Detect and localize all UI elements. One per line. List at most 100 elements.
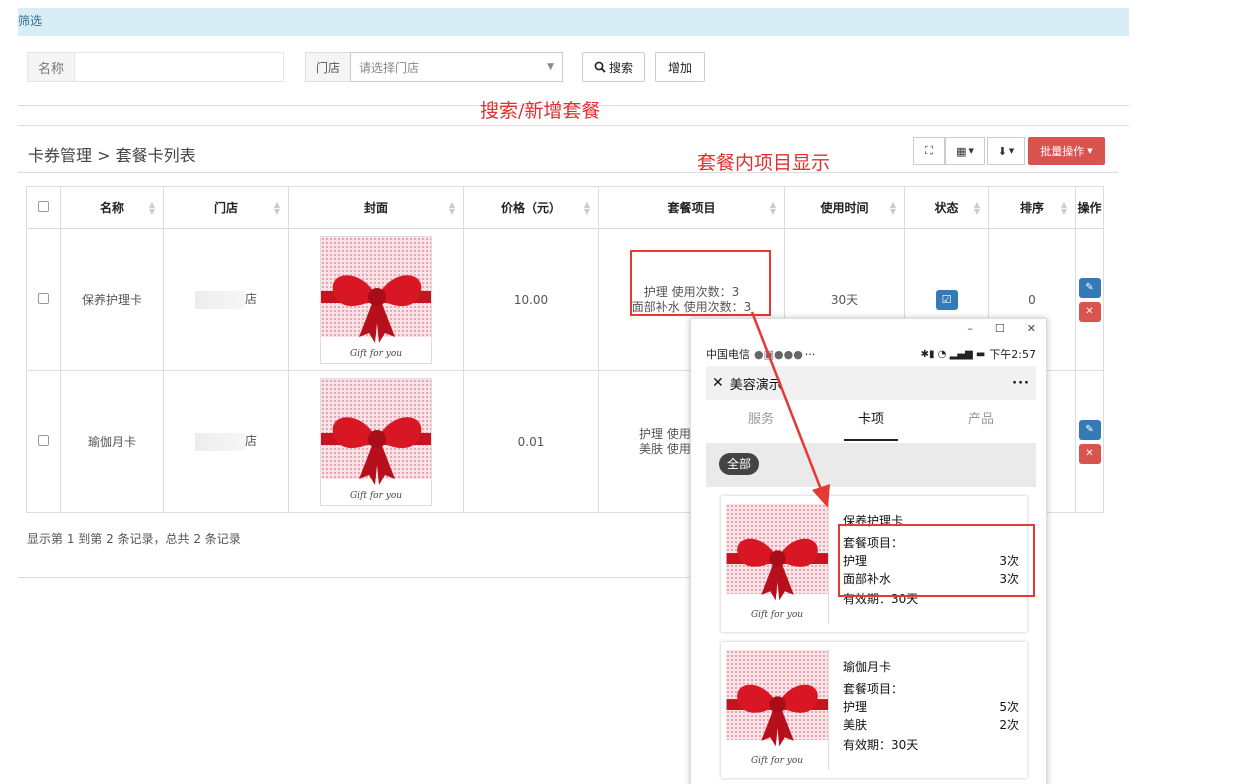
fullscreen-icon: ⛶ [925, 144, 933, 157]
batch-operations-button[interactable]: 批量操作 ▼ [1028, 137, 1105, 165]
red-bow-icon [321, 416, 431, 485]
filter-title: 筛选 [18, 14, 43, 28]
delete-button[interactable]: ✕ [1078, 443, 1101, 464]
mini-app-titlebar: ✕ 美容演示 ··· [706, 366, 1036, 400]
edit-button[interactable]: ✎ [1078, 277, 1101, 298]
search-button-label: 搜索 [608, 60, 633, 75]
tab-products[interactable]: 产品 [926, 401, 1036, 443]
sort-icon: ▲ ▼ [889, 200, 896, 216]
minimize-icon[interactable]: – [967, 322, 973, 335]
card-item-row: 护理 5次 [843, 700, 1019, 714]
chevron-down-icon: ▼ [547, 62, 554, 72]
column-header-sort[interactable]: 排序 ▲ ▼ [988, 186, 1076, 229]
store-label: 门店 [305, 52, 351, 82]
cell-price: 10.00 [463, 228, 599, 371]
cell-name: 保养护理卡 [60, 228, 164, 371]
tab-services[interactable]: 服务 [706, 401, 816, 443]
red-bow-icon [726, 538, 828, 601]
column-header-store[interactable]: 门店 ▲ ▼ [163, 186, 289, 229]
card-item-row: 美肤 2次 [843, 718, 1019, 732]
checked-box-icon: ☑ [941, 293, 952, 306]
carrier-name: 中国电信 [706, 348, 750, 361]
search-button[interactable]: 搜索 [582, 52, 645, 82]
mini-app-title: 美容演示 [729, 377, 782, 393]
column-header-usage-time[interactable]: 使用时间 ▲ ▼ [784, 186, 905, 229]
red-bow-icon [726, 684, 828, 747]
grid-icon: ▦ [956, 144, 967, 158]
annotation-search-add: 搜索/新增套餐 [480, 100, 601, 122]
clock: 下午2:57 [989, 348, 1036, 361]
store-name-blurred [194, 432, 245, 451]
phone-status-bar: 中国电信 ●▣●●● ··· ✱▮ ◔ ▂▄▆ ▬ 下午2:57 [706, 344, 1036, 364]
column-header-items[interactable]: 套餐项目 ▲ ▼ [598, 186, 785, 229]
sort-icon: ▲ ▼ [273, 200, 280, 216]
store-select[interactable]: 请选择门店 ▼ [350, 52, 563, 82]
tab-cards[interactable]: 卡项 [816, 401, 926, 443]
gift-text: Gift for you [349, 490, 403, 501]
sort-icon: ▲ ▼ [769, 200, 776, 216]
card-item[interactable]: Gift for you 瑜伽月卡 套餐项目： 护理 5次 美肤 2次 有效期：30… [721, 642, 1027, 778]
close-icon: ✕ [1085, 448, 1094, 459]
breadcrumb: 卡券管理 > 套餐卡列表 [28, 146, 196, 165]
column-header-name[interactable]: 名称 ▲ ▼ [60, 186, 164, 229]
pagination-info: 显示第 1 到第 2 条记录，总共 2 条记录 [27, 532, 241, 546]
cell-price: 0.01 [463, 370, 599, 513]
name-label: 名称 [27, 52, 75, 82]
select-all-checkbox[interactable] [38, 200, 49, 212]
cell-store: 店 [163, 370, 289, 513]
add-button-label: 增加 [667, 60, 692, 75]
batch-operations-label: 批量操作 [1040, 145, 1085, 158]
close-icon: ✕ [1085, 306, 1094, 317]
fullscreen-button[interactable]: ⛶ [913, 137, 945, 165]
column-header-price[interactable]: 价格（元） ▲ ▼ [463, 186, 599, 229]
column-header-cover[interactable]: 封面 ▲ ▼ [288, 186, 464, 229]
name-input[interactable] [74, 52, 284, 82]
chevron-down-icon: ▼ [1008, 147, 1015, 155]
more-icon[interactable]: ··· [1012, 376, 1030, 391]
category-chip-all[interactable]: 全部 [719, 453, 760, 475]
column-header-status[interactable]: 状态 ▲ ▼ [904, 186, 989, 229]
cell-cover: Gift for you [288, 370, 464, 513]
cell-name: 瑜伽月卡 [60, 370, 164, 513]
close-icon[interactable]: ✕ [1027, 322, 1036, 335]
mini-app-tabs: 服务 卡项 产品 [706, 401, 1036, 443]
add-button[interactable]: 增加 [655, 52, 705, 82]
red-bow-icon [321, 274, 431, 343]
select-all-cell [26, 186, 61, 229]
annotation-items-display: 套餐内项目显示 [697, 152, 831, 174]
annotation-highlight-box [630, 250, 771, 316]
table-header-row: 名称 ▲ ▼ 门店 ▲ ▼ 封面 ▲ ▼ 价格（元） ▲ ▼ 套餐项目 ▲ ▼ 使用时间 ▲ ▼ 状态 ▲… [26, 186, 1104, 229]
row-checkbox[interactable] [38, 292, 49, 304]
gift-text: Gift for you [750, 756, 804, 766]
card-cover-image: Gift for you [726, 650, 829, 770]
card-validity: 有效期：30天 [843, 738, 919, 752]
edit-button[interactable]: ✎ [1078, 419, 1101, 440]
cell-cover: Gift for you [288, 228, 464, 371]
edit-icon: ✎ [1085, 424, 1094, 435]
cover-image: Gift for you [320, 377, 432, 506]
close-icon[interactable]: ✕ [712, 375, 724, 391]
columns-button[interactable]: ▦ ▼ [945, 137, 985, 165]
filter-bar: 筛选 [18, 8, 1129, 36]
store-select-placeholder: 请选择门店 [359, 60, 420, 75]
status-toggle-button[interactable]: ☑ [935, 289, 958, 310]
row-select-cell [26, 370, 61, 513]
cover-image: Gift for you [320, 235, 432, 364]
maximize-icon[interactable]: ☐ [995, 322, 1005, 335]
export-button[interactable]: ⬇ ▼ [987, 137, 1025, 165]
edit-icon: ✎ [1085, 282, 1094, 293]
row-checkbox[interactable] [38, 434, 49, 446]
sort-icon: ▲ ▼ [1060, 200, 1067, 216]
delete-button[interactable]: ✕ [1078, 301, 1101, 322]
gift-text: Gift for you [349, 348, 403, 359]
cell-actions: ✎ ✕ [1075, 370, 1104, 513]
sort-icon: ▲ ▼ [448, 200, 455, 216]
row-select-cell [26, 228, 61, 371]
export-icon: ⬇ [997, 144, 1007, 158]
store-name-blurred [194, 290, 245, 309]
cell-actions: ✎ ✕ [1075, 228, 1104, 371]
card-items-label: 套餐项目： [843, 682, 904, 696]
sort-icon: ▲ ▼ [973, 200, 980, 216]
sort-icon: ▲ ▼ [148, 200, 155, 216]
card-cover-image: Gift for you [726, 504, 829, 624]
